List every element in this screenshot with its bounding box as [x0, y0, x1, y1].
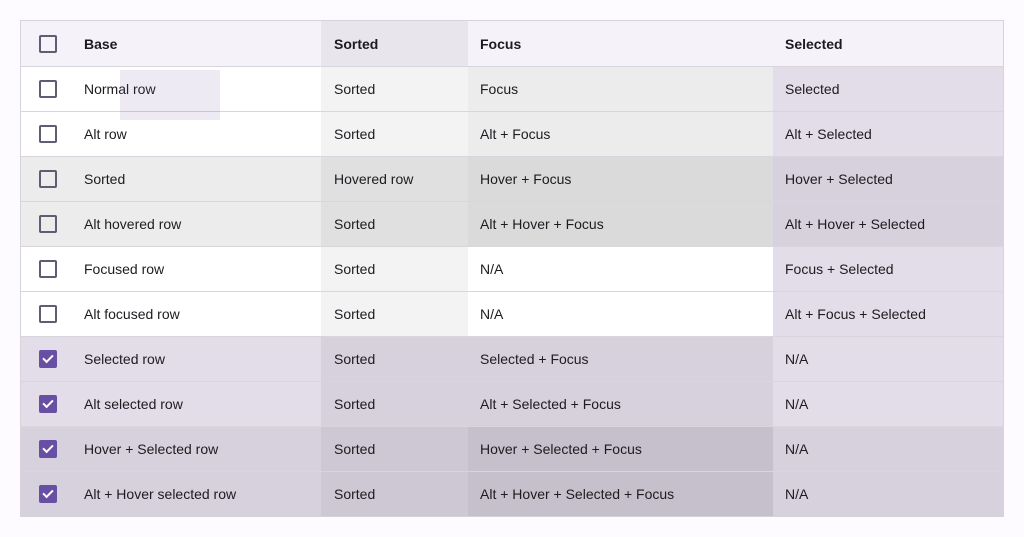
- cell-selected: N/A: [773, 337, 1003, 381]
- cell-sorted: Sorted: [321, 382, 468, 426]
- cell-focus: Alt + Focus: [468, 112, 773, 156]
- table-row[interactable]: Normal row Sorted Focus Selected: [21, 66, 1003, 111]
- table-row[interactable]: Alt + Hover selected row Sorted Alt + Hove…: [21, 471, 1003, 516]
- cell-sorted: Sorted: [321, 202, 468, 246]
- row-checkbox-cell: [21, 337, 64, 381]
- row-checkbox-cell: [21, 292, 64, 336]
- cell-focus: Selected + Focus: [468, 337, 773, 381]
- row-checkbox-cell: [21, 472, 64, 516]
- cell-sorted: Sorted: [321, 292, 468, 336]
- cell-sorted: Hovered row: [321, 157, 468, 201]
- cell-focus: Alt + Hover + Focus: [468, 202, 773, 246]
- cell-base: Alt focused row: [64, 292, 321, 336]
- cell-sorted: Sorted: [321, 337, 468, 381]
- cell-sorted: Sorted: [321, 472, 468, 516]
- row-checkbox-cell: [21, 247, 64, 291]
- table-row[interactable]: Alt focused row Sorted N/A Alt + Focus + Se…: [21, 291, 1003, 336]
- cell-base: Selected row: [64, 337, 321, 381]
- row-checkbox-cell: [21, 202, 64, 246]
- cell-base: Sorted: [64, 157, 321, 201]
- cell-base: Hover + Selected row: [64, 427, 321, 471]
- cell-focus: Alt + Selected + Focus: [468, 382, 773, 426]
- cell-focus: Hover + Focus: [468, 157, 773, 201]
- cell-sorted: Sorted: [321, 427, 468, 471]
- cell-selected: Alt + Selected: [773, 112, 1003, 156]
- cell-base: Alt + Hover selected row: [64, 472, 321, 516]
- cell-selected: N/A: [773, 472, 1003, 516]
- table-row[interactable]: Sorted Hovered row Hover + Focus Hover + Se…: [21, 156, 1003, 201]
- check-icon: [42, 351, 54, 364]
- row-checkbox-cell: [21, 427, 64, 471]
- cell-sorted: Sorted: [321, 247, 468, 291]
- column-header-selected[interactable]: Selected: [773, 21, 1003, 66]
- row-checkbox-cell: [21, 112, 64, 156]
- table-header-row: Base Sorted Focus Selected: [21, 21, 1003, 66]
- row-checkbox[interactable]: [39, 350, 57, 368]
- table-row[interactable]: Selected row Sorted Selected + Focus N/A: [21, 336, 1003, 381]
- check-icon: [42, 486, 54, 499]
- cell-selected: N/A: [773, 382, 1003, 426]
- row-checkbox[interactable]: [39, 305, 57, 323]
- cell-base: Normal row: [64, 67, 321, 111]
- cell-sorted: Sorted: [321, 112, 468, 156]
- column-header-base[interactable]: Base: [64, 21, 321, 66]
- cell-sorted: Sorted: [321, 67, 468, 111]
- row-checkbox[interactable]: [39, 215, 57, 233]
- column-header-focus[interactable]: Focus: [468, 21, 773, 66]
- cell-selected: Alt + Hover + Selected: [773, 202, 1003, 246]
- table-row[interactable]: Alt selected row Sorted Alt + Selected + F…: [21, 381, 1003, 426]
- cell-selected: Hover + Selected: [773, 157, 1003, 201]
- row-checkbox[interactable]: [39, 440, 57, 458]
- check-icon: [42, 396, 54, 409]
- cell-focus: N/A: [468, 292, 773, 336]
- row-checkbox[interactable]: [39, 80, 57, 98]
- cell-focus: Alt + Hover + Selected + Focus: [468, 472, 773, 516]
- table-row[interactable]: Alt row Sorted Alt + Focus Alt + Selected: [21, 111, 1003, 156]
- check-icon: [42, 441, 54, 454]
- row-checkbox-cell: [21, 157, 64, 201]
- cell-selected: N/A: [773, 427, 1003, 471]
- row-checkbox[interactable]: [39, 170, 57, 188]
- table-row[interactable]: Alt hovered row Sorted Alt + Hover + Focus…: [21, 201, 1003, 246]
- cell-focus: N/A: [468, 247, 773, 291]
- cell-base: Alt selected row: [64, 382, 321, 426]
- cell-selected: Focus + Selected: [773, 247, 1003, 291]
- cell-focus: Focus: [468, 67, 773, 111]
- cell-selected: Selected: [773, 67, 1003, 111]
- table-body: Normal row Sorted Focus Selected Alt row Sort…: [21, 66, 1003, 516]
- table-row[interactable]: Hover + Selected row Sorted Hover + Select…: [21, 426, 1003, 471]
- row-checkbox[interactable]: [39, 395, 57, 413]
- cell-base: Alt row: [64, 112, 321, 156]
- row-checkbox-cell: [21, 67, 64, 111]
- header-select-all-cell: [21, 21, 64, 66]
- row-checkbox[interactable]: [39, 260, 57, 278]
- column-header-sorted[interactable]: Sorted: [321, 21, 468, 66]
- cell-selected: Alt + Focus + Selected: [773, 292, 1003, 336]
- cell-focus: Hover + Selected + Focus: [468, 427, 773, 471]
- row-checkbox[interactable]: [39, 485, 57, 503]
- row-checkbox[interactable]: [39, 125, 57, 143]
- table-row[interactable]: Focused row Sorted N/A Focus + Selected: [21, 246, 1003, 291]
- cell-base: Focused row: [64, 247, 321, 291]
- select-all-checkbox[interactable]: [39, 34, 57, 53]
- row-checkbox-cell: [21, 382, 64, 426]
- cell-base: Alt hovered row: [64, 202, 321, 246]
- data-table: Base Sorted Focus Selected Normal row Sor…: [20, 20, 1004, 517]
